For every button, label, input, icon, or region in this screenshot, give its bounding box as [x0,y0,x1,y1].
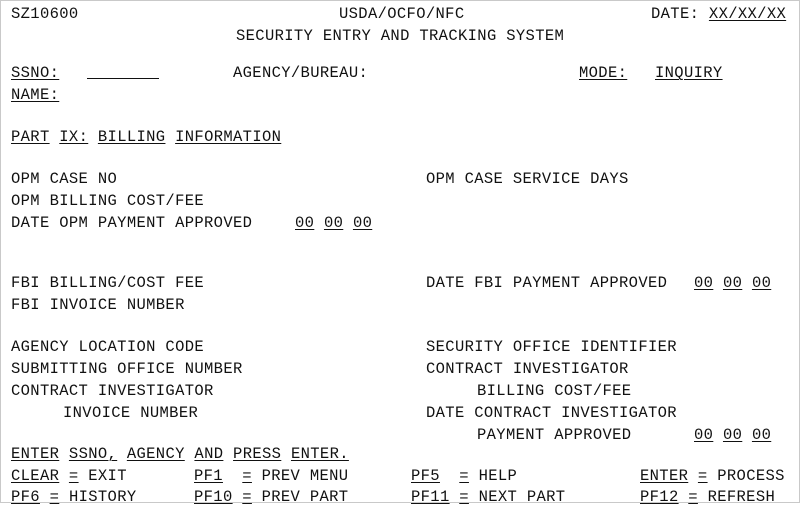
instruction-word-5: PRESS [233,445,282,463]
terminal-screen: SZ10600 USDA/OCFO/NFC DATE: XX/XX/XX SEC… [0,0,800,506]
security-payment-approved-value[interactable]: 00 00 00 [694,425,771,446]
fbi-invoice-number-label: FBI INVOICE NUMBER [11,296,185,314]
agency-location-code-label: AGENCY LOCATION CODE [11,338,205,356]
opm-date-payment-approved-label: DATE OPM PAYMENT APPROVED [11,214,253,232]
security-contract-investigator-label: CONTRACT INVESTIGATOR [426,360,629,378]
fkey-enter-eq: = [697,467,708,485]
name-label: NAME: [11,86,60,104]
fbi-date-payment-approved-value[interactable]: 00 00 00 [694,273,771,294]
fkey-pf5-action: HELP [478,467,518,485]
date-value[interactable]: XX/XX/XX [709,5,786,23]
part-word-billing: BILLING [97,128,166,146]
fkey-enter[interactable]: ENTER = PROCESS [640,466,785,487]
fkey-pf6-eq: = [49,488,60,506]
security-date-mm[interactable]: 00 [694,426,713,444]
fkey-pf12-action: REFRESH [707,488,776,506]
fkey-pf1[interactable]: PF1 = PREV MENU [194,466,348,487]
fbi-billing-cost-fee-label: FBI BILLING/COST FEE [11,274,205,292]
part-title: PART IX: BILLING INFORMATION [11,127,281,148]
security-contract-investigator-billing-label: BILLING COST/FEE [477,382,632,400]
opm-billing-cost-fee-label: OPM BILLING COST/FEE [11,192,205,210]
mode-group: MODE: [579,63,627,84]
security-date-contract-investigator-label: DATE CONTRACT INVESTIGATOR [426,404,677,422]
ssno-input[interactable] [87,63,159,86]
fkey-pf11-action: NEXT PART [478,488,566,506]
opm-date-mm[interactable]: 00 [295,214,314,232]
fkey-enter-action: PROCESS [717,467,785,485]
fbi-date-payment-approved-label: DATE FBI PAYMENT APPROVED [426,274,668,292]
security-date-dd[interactable]: 00 [723,426,742,444]
program-id: SZ10600 [11,5,79,23]
instruction-word-3: AGENCY [126,445,185,463]
agency-bureau-label: AGENCY/BUREAU: [233,64,369,82]
fkey-pf10-action: PREV PART [261,488,349,506]
instruction-word-1: ENTER [11,445,60,463]
fkey-pf5-eq: = [459,467,469,485]
opm-case-service-days-label: OPM CASE SERVICE DAYS [426,170,629,188]
fkey-enter-key[interactable]: ENTER [640,467,688,485]
fkey-pf12-eq: = [688,488,698,506]
fkey-clear-eq: = [68,467,79,485]
fkey-pf1-eq: = [242,467,252,485]
date-label: DATE: [651,5,700,23]
opm-case-no-label: OPM CASE NO [11,170,118,188]
agency-contract-investigator-invoice-label: INVOICE NUMBER [63,404,199,422]
fkey-pf11-eq: = [459,488,469,506]
ssno-label: SSNO: [11,64,60,82]
date-field: DATE: XX/XX/XX [651,4,786,25]
mode-label: MODE: [579,64,628,82]
fkey-clear-action: EXIT [88,467,127,485]
submitting-office-number-label: SUBMITTING OFFICE NUMBER [11,360,243,378]
opm-date-dd[interactable]: 00 [324,214,343,232]
fkey-pf10-eq: = [242,488,252,506]
part-word-number: IX: [59,128,89,146]
mode-value[interactable]: INQUIRY [655,63,723,84]
security-payment-approved-label: PAYMENT APPROVED [477,426,632,444]
part-word-part: PART [11,128,50,146]
agency-heading: USDA/OCFO/NFC [339,5,465,23]
fkey-pf11-key[interactable]: PF11 [411,488,450,506]
fkey-pf1-action: PREV MENU [261,467,349,485]
fbi-date-dd[interactable]: 00 [723,274,742,292]
fkey-pf11[interactable]: PF11 = NEXT PART [411,487,565,508]
system-title: SECURITY ENTRY AND TRACKING SYSTEM [236,27,565,45]
instruction-word-2: SSNO, [68,445,118,463]
fkey-pf12[interactable]: PF12 = REFRESH [640,487,775,508]
ssno-field-group: SSNO: [11,63,59,84]
instruction-word-6: ENTER. [290,445,349,463]
fkey-pf10-key[interactable]: PF10 [194,488,233,506]
instruction-word-4: AND [194,445,224,463]
security-office-identifier-label: SECURITY OFFICE IDENTIFIER [426,338,677,356]
fkey-pf5[interactable]: PF5 = HELP [411,466,517,487]
ssno-input-underline[interactable] [87,63,159,79]
fkey-pf12-key[interactable]: PF12 [640,488,679,506]
fbi-date-yy[interactable]: 00 [752,274,771,292]
fkey-pf6-action: HISTORY [68,488,137,506]
fbi-date-mm[interactable]: 00 [694,274,713,292]
part-word-information: INFORMATION [175,128,282,146]
fkey-pf5-key[interactable]: PF5 [411,467,440,485]
mode-value-text[interactable]: INQUIRY [655,64,723,82]
fkey-pf6[interactable]: PF6 = HISTORY [11,487,137,508]
fkey-pf10[interactable]: PF10 = PREV PART [194,487,348,508]
security-date-yy[interactable]: 00 [752,426,771,444]
fkey-pf1-key[interactable]: PF1 [194,467,223,485]
agency-bureau-group: AGENCY/BUREAU: [233,63,368,84]
agency-contract-investigator-label: CONTRACT INVESTIGATOR [11,382,214,400]
instruction-message: ENTER SSNO, AGENCY AND PRESS ENTER. [11,444,349,465]
fkey-pf6-key[interactable]: PF6 [11,488,40,506]
name-field-group: NAME: [11,85,59,106]
fkey-clear[interactable]: CLEAR = EXIT [11,466,127,487]
opm-date-payment-approved-value[interactable]: 00 00 00 [295,213,372,234]
opm-date-yy[interactable]: 00 [353,214,372,232]
fkey-clear-key[interactable]: CLEAR [11,467,59,485]
